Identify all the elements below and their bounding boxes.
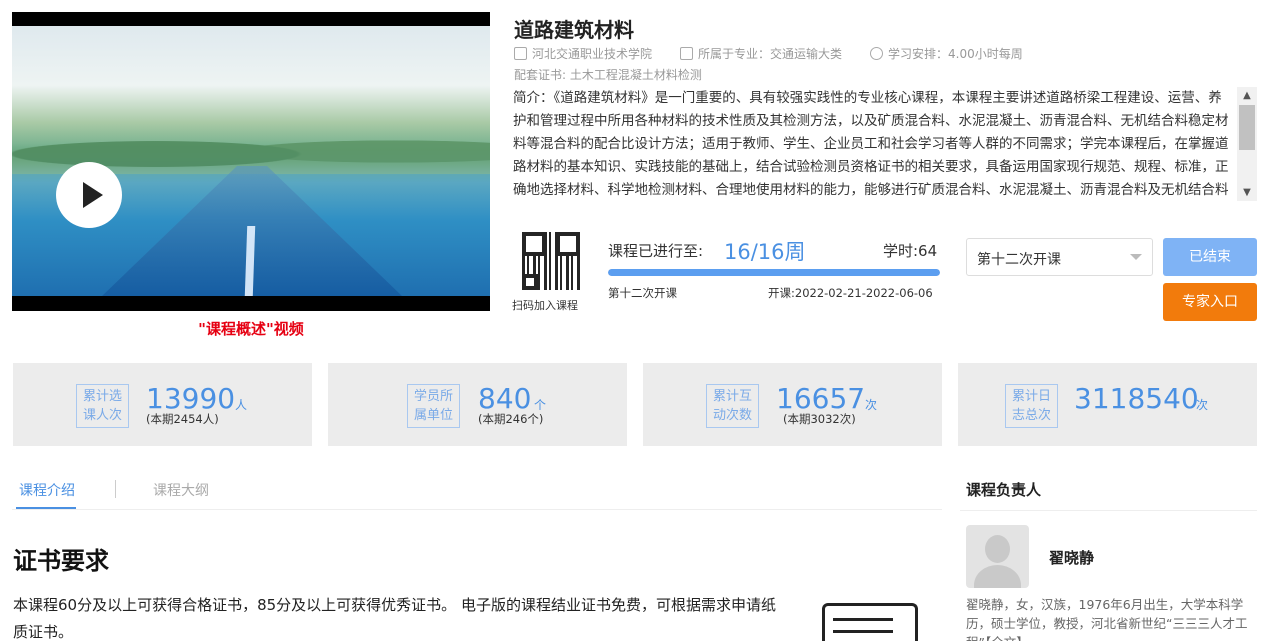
tab-divider xyxy=(115,480,116,498)
term-text: 第十二次开课 xyxy=(608,286,677,300)
video-thumbnail xyxy=(12,26,490,296)
term-select[interactable]: 第十二次开课 xyxy=(966,238,1153,276)
stat-card-interactions: 累计互动次数 16657 次 (本期3032次) xyxy=(643,363,942,446)
scroll-down-icon[interactable]: ▼ xyxy=(1237,184,1257,201)
stat-sub: (本期246个) xyxy=(478,412,544,426)
chevron-down-icon xyxy=(1130,254,1142,260)
schedule-text: 学习安排：4.00小时每周 xyxy=(888,47,1023,61)
scroll-up-icon[interactable]: ▲ xyxy=(1237,87,1257,104)
video-caption: "课程概述"视频 xyxy=(198,320,304,338)
tabs-divider xyxy=(12,509,942,510)
certificate-heading: 证书要求 xyxy=(13,547,109,575)
instructor-name: 翟晓静 xyxy=(1049,549,1095,567)
play-icon[interactable] xyxy=(56,162,122,228)
scroll-thumb[interactable] xyxy=(1239,105,1255,150)
stat-label: 累计互动次数 xyxy=(706,384,759,428)
stat-sub: (本期2454人) xyxy=(146,412,219,426)
stat-label: 学员所属单位 xyxy=(407,384,460,428)
stat-card-enrollments: 累计选课人次 13990 人 (本期2454人) xyxy=(13,363,312,446)
course-intro: 简介：《道路建筑材料》是一门重要的、具有较强实践性的专业核心课程，本课程主要讲述… xyxy=(513,90,1229,198)
stat-unit: 人 xyxy=(235,398,248,412)
stat-card-logs: 累计日志总次 3118540 次 xyxy=(958,363,1257,446)
instructor-divider xyxy=(960,510,1257,511)
qr-code xyxy=(522,232,580,290)
school-icon xyxy=(514,47,527,60)
ended-button[interactable]: 已结束 xyxy=(1163,238,1257,276)
progress-fill xyxy=(608,269,940,276)
progress-label: 课程已进行至: xyxy=(608,242,704,260)
course-title: 道路建筑材料 xyxy=(514,18,634,42)
term-dates: 开课:2022-02-21-2022-06-06 xyxy=(768,286,933,300)
certificate-scroll-icon xyxy=(822,603,918,641)
certificate-text: 本课程60分及以上可获得合格证书，85分及以上可获得优秀证书。 电子版的课程结业… xyxy=(13,596,776,641)
tab-course-intro[interactable]: 课程介绍 xyxy=(19,480,75,500)
course-video-player[interactable] xyxy=(12,12,490,311)
tab-course-outline[interactable]: 课程大纲 xyxy=(153,480,209,500)
avatar xyxy=(966,525,1029,588)
stat-value: 3118540 xyxy=(1074,382,1199,415)
qr-label: 扫码加入课程 xyxy=(512,299,578,312)
schedule-meta: 学习安排：4.00小时每周 xyxy=(870,45,1023,62)
stat-unit: 次 xyxy=(1196,398,1209,412)
stat-label: 累计选课人次 xyxy=(76,384,129,428)
school-meta: 河北交通职业技术学院 xyxy=(514,45,652,62)
stat-sub: (本期3032次) xyxy=(783,412,856,426)
instructor-bio: 翟晓静，女，汉族，1976年6月出生，大学本科学历，硕士学位，教授，河北省新世纪… xyxy=(966,597,1248,641)
school-name: 河北交通职业技术学院 xyxy=(532,47,653,61)
stat-card-units: 学员所属单位 840 个 (本期246个) xyxy=(328,363,627,446)
progress-bar xyxy=(608,269,940,276)
term-select-value: 第十二次开课 xyxy=(977,252,1061,268)
instructor-section-title: 课程负责人 xyxy=(966,481,1042,499)
hours-text: 学时:64 xyxy=(883,242,938,260)
major-meta: 所属于专业：交通运输大类 xyxy=(680,45,842,62)
intro-scrollbar[interactable]: ▲ ▼ xyxy=(1237,87,1257,201)
stat-label: 累计日志总次 xyxy=(1005,384,1058,428)
expert-entry-button[interactable]: 专家入口 xyxy=(1163,283,1257,321)
stat-unit: 次 xyxy=(865,398,878,412)
certificate-meta: 配套证书: 土木工程混凝土材料检测 xyxy=(514,68,702,82)
document-icon xyxy=(680,47,693,60)
clock-icon xyxy=(870,47,883,60)
major-text: 所属于专业：交通运输大类 xyxy=(698,47,843,61)
progress-value: 16/16周 xyxy=(724,240,806,264)
